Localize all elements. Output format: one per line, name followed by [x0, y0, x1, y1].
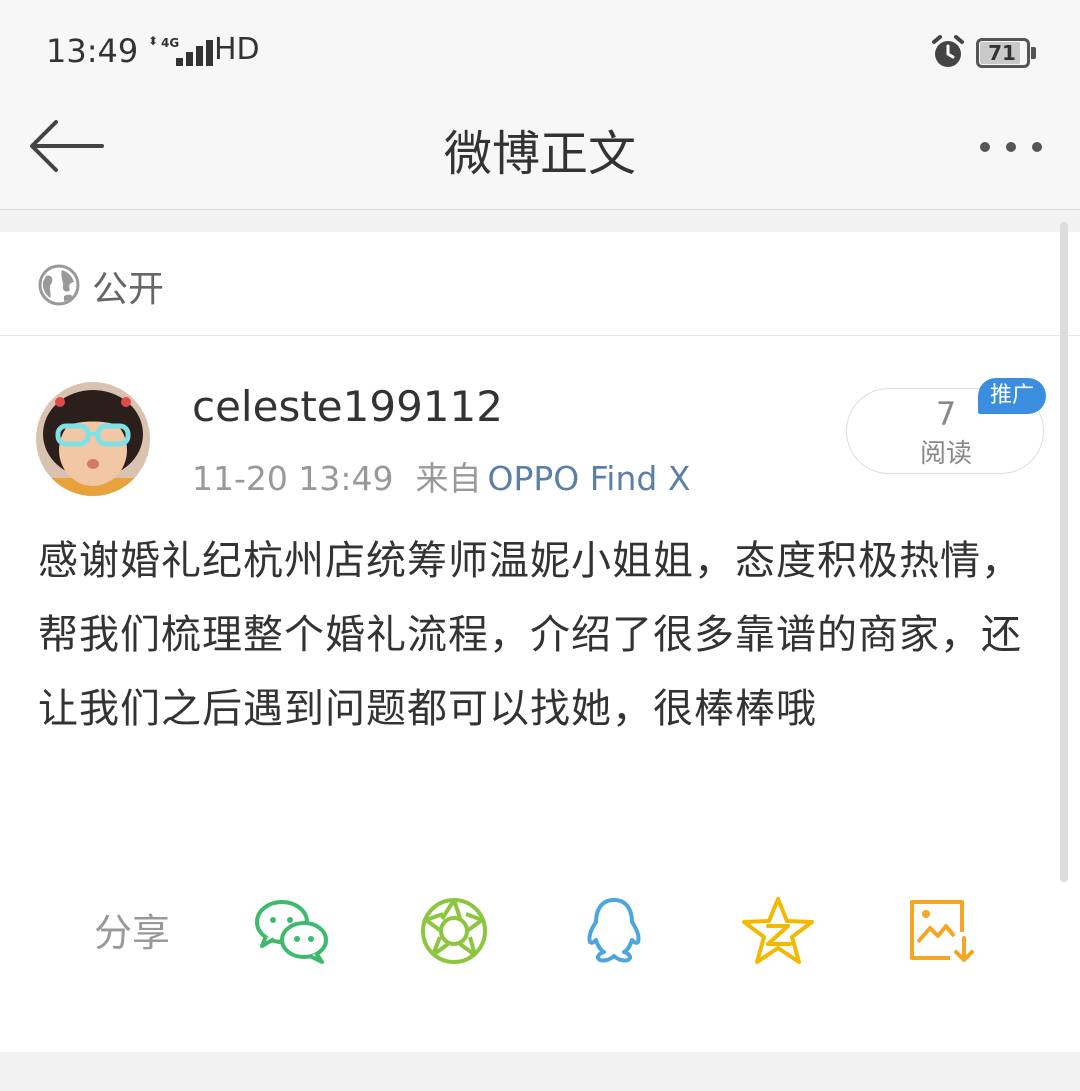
avatar[interactable]: [36, 382, 150, 496]
scrollbar[interactable]: [1060, 222, 1068, 882]
battery-icon: 71: [976, 38, 1036, 68]
post-meta: 11-20 13:49 来自 OPPO Find X: [192, 452, 690, 500]
globe-icon: [38, 264, 80, 306]
more-button[interactable]: [974, 122, 1054, 172]
qzone-icon[interactable]: [740, 896, 816, 966]
arrow-left-icon: [30, 120, 104, 172]
post-timestamp: 11-20 13:49: [192, 459, 394, 498]
read-label: 阅读: [919, 439, 972, 469]
source-link[interactable]: OPPO Find X: [487, 459, 690, 498]
visibility-row: 公开: [0, 232, 1080, 336]
status-bar: 13:49 ⬍ 4G HD 71: [0, 0, 1080, 100]
hd-label: HD: [214, 32, 260, 67]
visibility-label: 公开: [92, 269, 165, 310]
status-time: 13:49: [46, 32, 139, 70]
data-arrows-icon: ⬍: [148, 34, 159, 48]
back-button[interactable]: [26, 116, 106, 176]
qq-icon[interactable]: [576, 896, 652, 966]
alarm-icon: [932, 35, 964, 67]
author-name[interactable]: celeste199112: [192, 382, 503, 431]
signal-icon: [162, 40, 213, 66]
post-card: 公开 celeste199112 11-20 13:49 来自 OPPO Find …: [0, 232, 1080, 1052]
wechat-icon[interactable]: [254, 896, 330, 966]
signal-indicator: ⬍ 4G HD: [148, 32, 260, 68]
save-image-icon[interactable]: [904, 896, 980, 966]
share-label: 分享: [94, 911, 171, 955]
title-bar: 微博正文: [0, 100, 1080, 210]
more-dots-icon: [980, 142, 990, 152]
battery-level: 71: [988, 41, 1016, 65]
moments-icon[interactable]: [416, 896, 492, 966]
avatar-image: [36, 382, 150, 496]
page-title: 微博正文: [443, 126, 636, 182]
source-label: 来自: [415, 459, 482, 498]
promo-badge[interactable]: 推广: [978, 378, 1046, 414]
post-text: 感谢婚礼纪杭州店统筹师温妮小姐姐，态度积极热情，帮我们梳理整个婚礼流程，介绍了很…: [38, 538, 1022, 732]
